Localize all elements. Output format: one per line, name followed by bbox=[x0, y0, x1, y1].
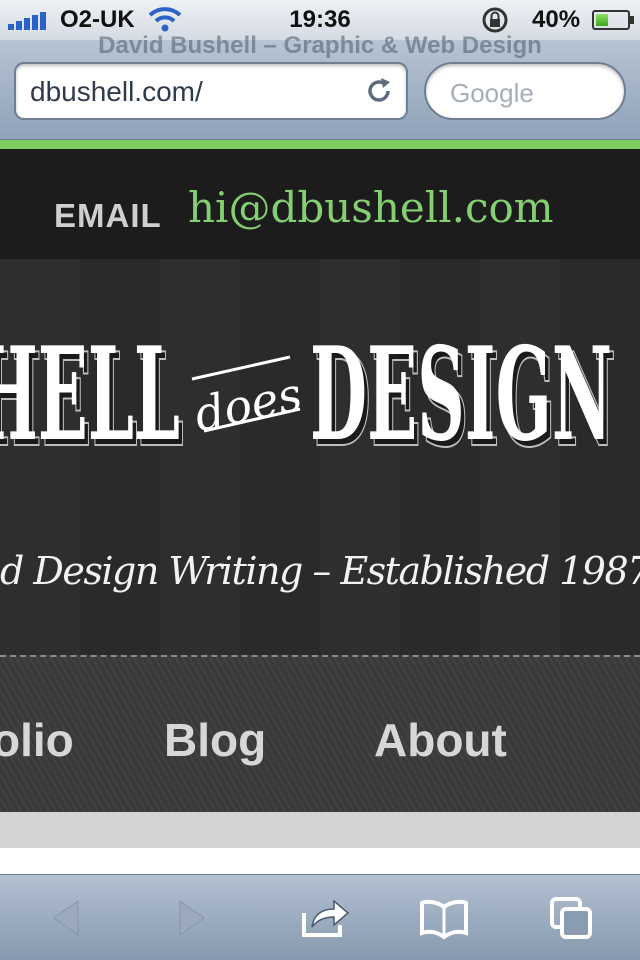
url-field[interactable]: dbushell.com/ bbox=[14, 62, 408, 120]
bookmarks-button[interactable] bbox=[418, 893, 470, 943]
reload-icon[interactable] bbox=[364, 76, 394, 106]
tagline: d Design Writing – Established 1987 bbox=[0, 549, 640, 593]
site-logo[interactable]: HELL HELL does DESIGN DESIGN bbox=[0, 319, 640, 469]
site-navigation: olio Blog About bbox=[0, 655, 640, 812]
search-field[interactable]: Google bbox=[424, 62, 626, 120]
browser-toolbar bbox=[0, 874, 640, 960]
rotation-lock-icon bbox=[482, 7, 508, 33]
web-page: EMAIL hi@dbushell.com HELL HELL does DES… bbox=[0, 140, 640, 874]
tabs-icon bbox=[550, 897, 592, 939]
bookmarks-icon bbox=[420, 899, 468, 940]
content-area bbox=[0, 848, 640, 874]
email-label: EMAIL bbox=[54, 197, 162, 234]
logo-text-left-front: HELL bbox=[0, 320, 180, 469]
share-button[interactable] bbox=[298, 893, 350, 943]
email-bar: EMAIL hi@dbushell.com bbox=[0, 149, 640, 259]
browser-address-bar: David Bushell – Graphic & Web Design dbu… bbox=[0, 32, 640, 140]
nav-item-blog[interactable]: Blog bbox=[164, 713, 266, 767]
hero-banner: HELL HELL does DESIGN DESIGN d Design Wr… bbox=[0, 259, 640, 655]
email-link[interactable]: hi@dbushell.com bbox=[188, 183, 554, 232]
battery-icon bbox=[592, 10, 634, 30]
logo-text-right-front: DESIGN bbox=[310, 320, 612, 469]
battery-percent: 40% bbox=[532, 6, 581, 33]
share-icon bbox=[302, 899, 350, 937]
back-icon bbox=[53, 900, 79, 936]
page-title: David Bushell – Graphic & Web Design bbox=[98, 32, 542, 59]
nav-item-about[interactable]: About bbox=[374, 713, 507, 767]
accent-line bbox=[0, 140, 640, 149]
tabs-button[interactable] bbox=[546, 893, 598, 943]
forward-button[interactable] bbox=[166, 893, 218, 943]
url-text[interactable]: dbushell.com/ bbox=[30, 76, 203, 108]
nav-item-portfolio[interactable]: olio bbox=[0, 713, 74, 767]
back-button[interactable] bbox=[40, 893, 92, 943]
forward-icon bbox=[179, 900, 205, 936]
battery-level bbox=[596, 14, 608, 26]
search-placeholder: Google bbox=[450, 78, 534, 108]
content-divider bbox=[0, 812, 640, 848]
